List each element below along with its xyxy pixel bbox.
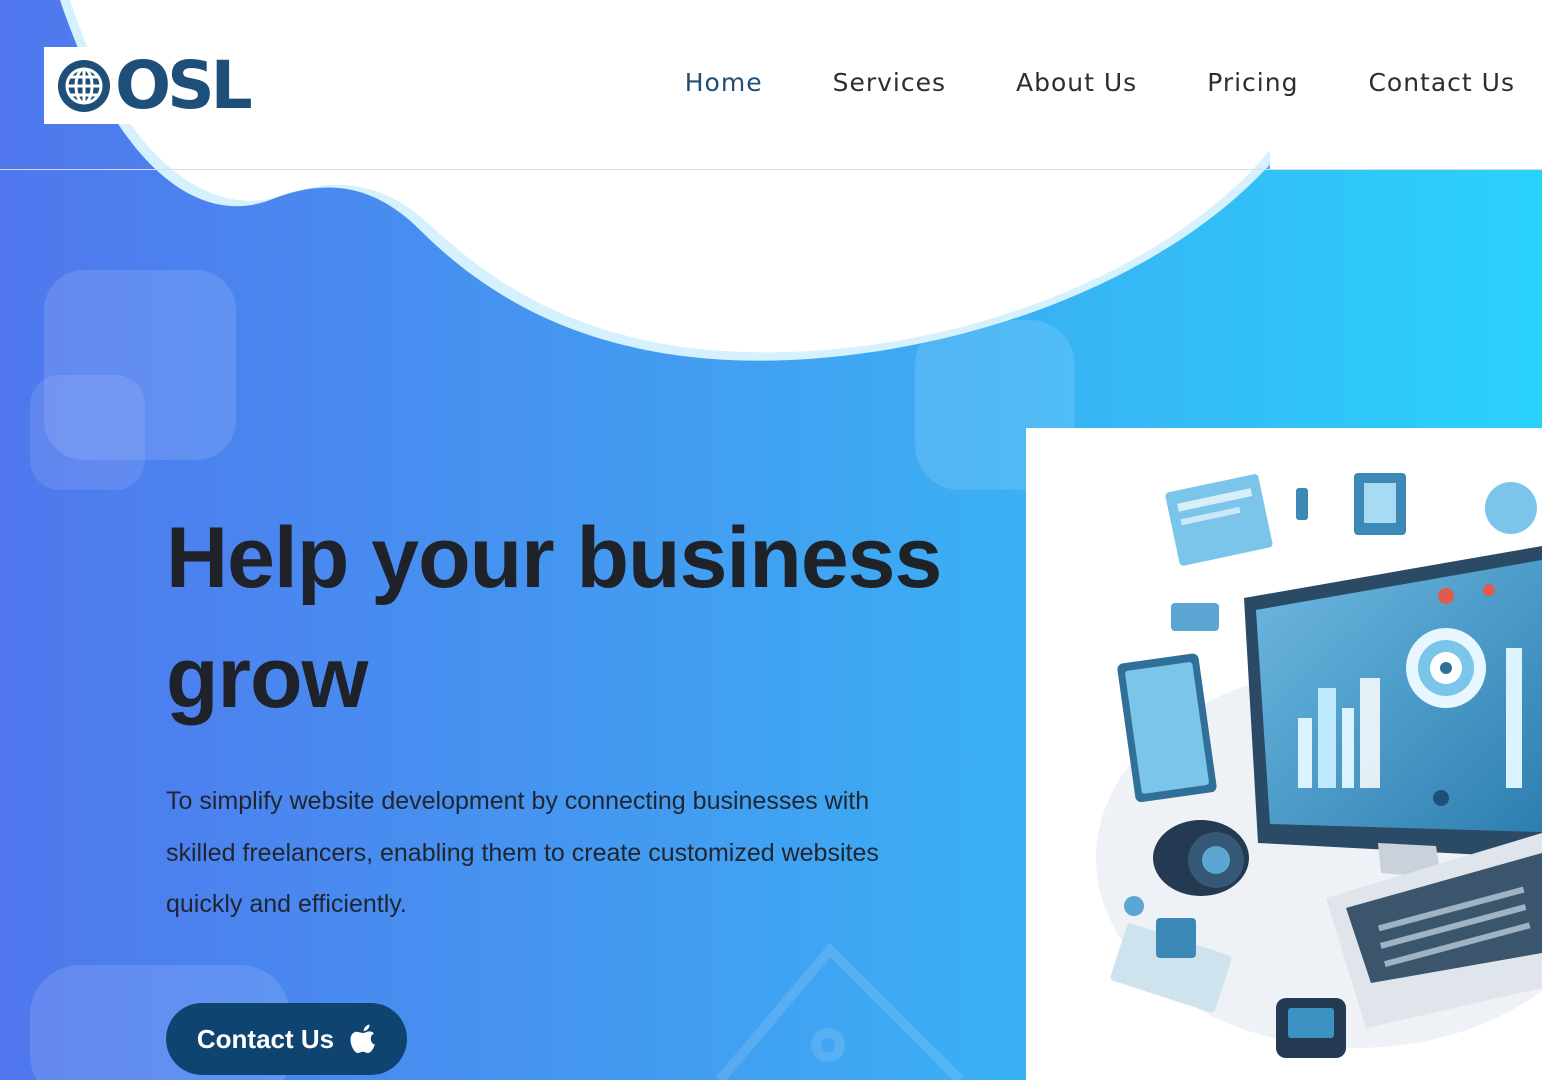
globe-icon xyxy=(58,59,110,112)
site-header: OSL Home Services About Us Pricing Conta… xyxy=(0,0,1542,170)
hero-illustration xyxy=(1026,428,1542,1080)
brand-logo[interactable]: OSL xyxy=(44,47,253,124)
main-nav: Home Services About Us Pricing Contact U… xyxy=(615,66,1515,100)
nav-contact-us-link[interactable]: Contact Us xyxy=(1368,66,1515,100)
contact-us-button-label: Contact Us xyxy=(196,1023,335,1054)
apple-icon xyxy=(350,1024,375,1053)
logo-text: OSL xyxy=(115,46,253,124)
computer-tech-illustration xyxy=(1096,473,1542,1058)
nav-about-us-link[interactable]: About Us xyxy=(1016,66,1137,100)
hero-description: To simplify website development by conne… xyxy=(166,787,879,918)
contact-us-button[interactable]: Contact Us xyxy=(166,1003,407,1075)
hero-title: Help your business grow xyxy=(166,510,942,726)
nav-pricing-link[interactable]: Pricing xyxy=(1207,66,1298,100)
nav-home-link[interactable]: Home xyxy=(685,66,763,100)
nav-services-link[interactable]: Services xyxy=(833,66,946,100)
